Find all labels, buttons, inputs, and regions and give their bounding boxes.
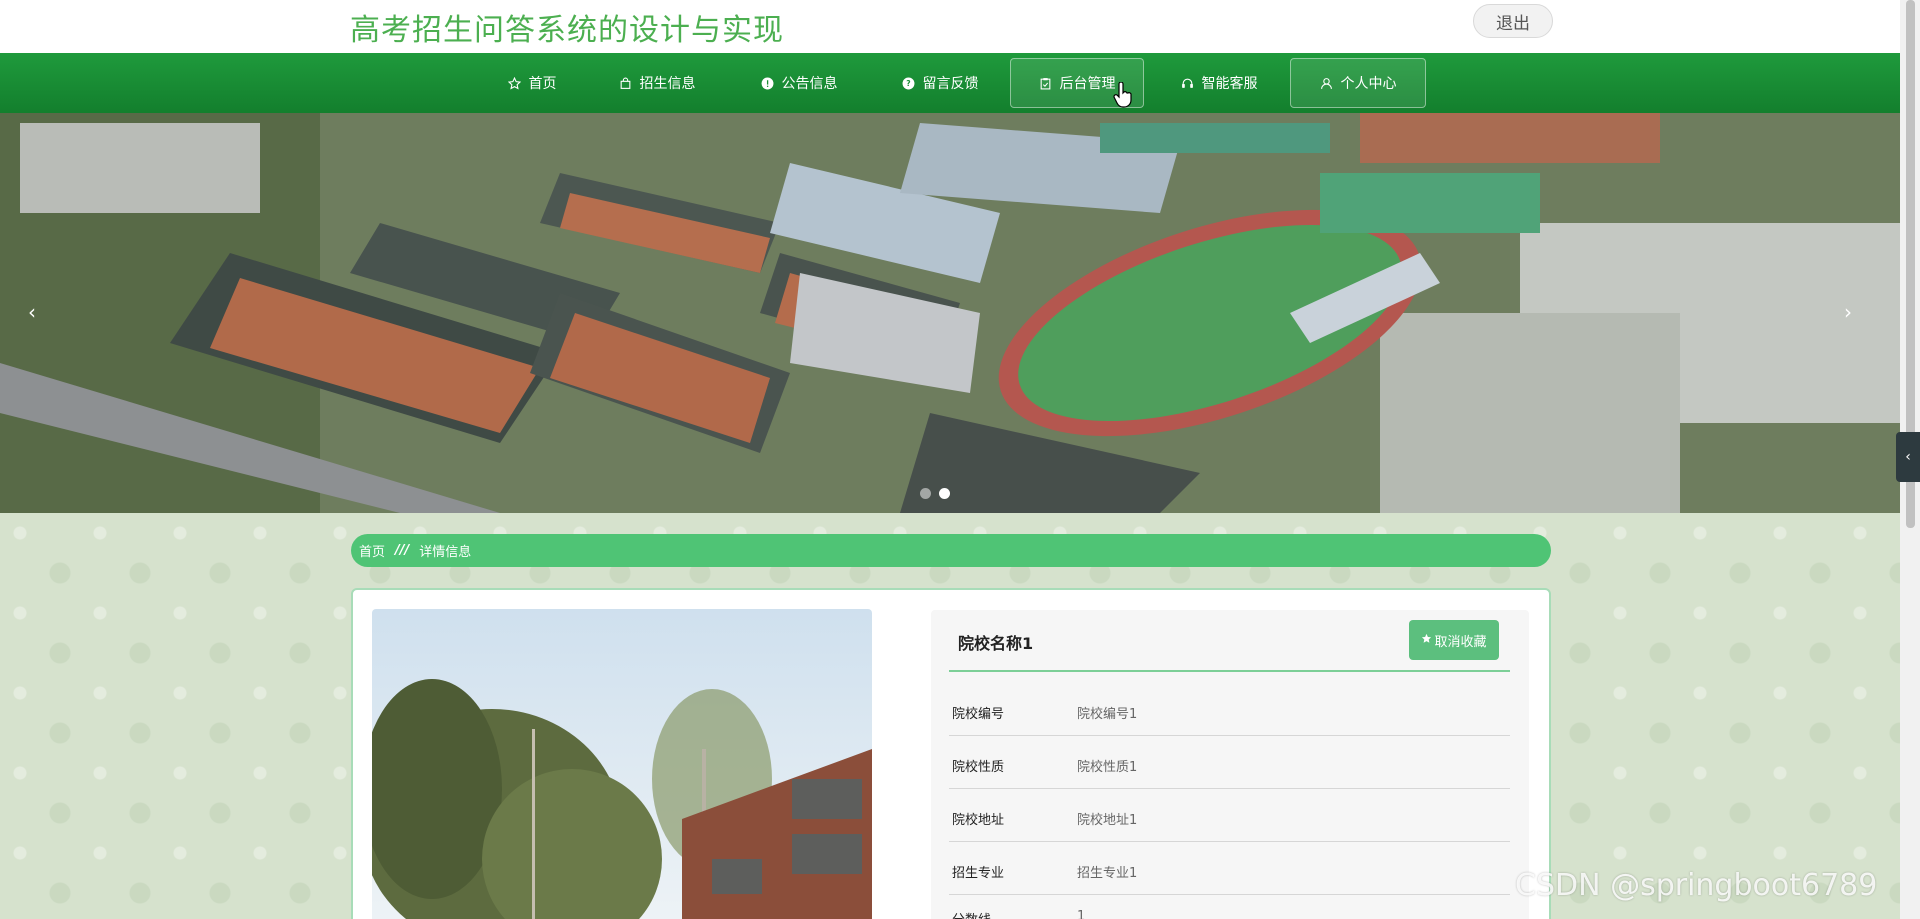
row-label: 分数线	[952, 909, 991, 919]
detail-row: 院校地址 院校地址1	[949, 789, 1510, 842]
nav-item-home[interactable]: 首页	[496, 58, 568, 108]
row-value: 招生专业1	[1077, 866, 1138, 881]
star-icon	[1421, 633, 1432, 648]
main-nav: 首页 招生信息 公告信息 ? 留言反馈 后台管理 智能客服 个人中心	[0, 53, 1900, 113]
campus-banner[interactable]	[0, 113, 1900, 513]
school-name: 院校名称1	[958, 634, 1034, 653]
shopping-bag-icon	[619, 76, 633, 90]
side-panel-toggle[interactable]: ‹	[1896, 432, 1920, 482]
nav-label: 智能客服	[1201, 76, 1258, 92]
exclamation-circle-icon	[761, 76, 775, 90]
nav-item-customer-service[interactable]: 智能客服	[1172, 58, 1266, 108]
nav-label: 留言反馈	[922, 76, 979, 92]
row-value: 院校性质1	[1077, 760, 1138, 775]
nav-label: 首页	[528, 76, 557, 92]
campus-aerial-image	[0, 113, 1900, 513]
nav-label: 后台管理	[1059, 76, 1116, 92]
star-icon	[508, 76, 522, 90]
breadcrumb-current: 详情信息	[419, 545, 472, 560]
user-icon	[1320, 76, 1334, 90]
headset-icon	[1181, 76, 1195, 90]
breadcrumb-separator: ///	[395, 543, 410, 558]
title-divider	[949, 670, 1510, 672]
row-label: 院校性质	[952, 760, 1005, 775]
row-label: 院校地址	[952, 813, 1005, 828]
banner-next-arrow[interactable]: ›	[1838, 300, 1858, 324]
breadcrumb: 首页 /// 详情信息	[351, 534, 1551, 567]
nav-item-announcements[interactable]: 公告信息	[752, 58, 846, 108]
school-photo	[372, 609, 872, 919]
hand-cursor-icon	[1113, 82, 1132, 108]
svg-text:?: ?	[906, 79, 910, 88]
detail-row: 院校性质 院校性质1	[949, 736, 1510, 789]
nav-item-admissions[interactable]: 招生信息	[610, 58, 704, 108]
banner-prev-arrow[interactable]: ‹	[22, 300, 42, 324]
nav-item-feedback[interactable]: ? 留言反馈	[893, 58, 987, 108]
logout-button[interactable]: 退出	[1473, 4, 1553, 38]
detail-row: 院校编号 院校编号1	[949, 683, 1510, 736]
banner-pagination	[920, 488, 950, 499]
banner-dot-active[interactable]	[939, 488, 950, 499]
unfavorite-label: 取消收藏	[1434, 634, 1487, 650]
watermark: CSDN @springboot6789	[1515, 868, 1878, 903]
row-label: 招生专业	[952, 866, 1005, 881]
nav-item-profile[interactable]: 个人中心	[1290, 58, 1426, 108]
detail-row: 分数线 1	[949, 895, 1510, 919]
site-title: 高考招生问答系统的设计与实现	[350, 13, 784, 48]
nav-label: 招生信息	[639, 76, 696, 92]
row-label: 院校编号	[952, 707, 1005, 722]
nav-label: 个人中心	[1340, 76, 1397, 92]
banner-dot[interactable]	[920, 488, 931, 499]
nav-label: 公告信息	[781, 76, 838, 92]
breadcrumb-home[interactable]: 首页	[359, 541, 385, 560]
detail-row: 招生专业 招生专业1	[949, 842, 1510, 895]
unfavorite-button[interactable]: 取消收藏	[1409, 620, 1499, 660]
top-header: 高考招生问答系统的设计与实现 退出	[0, 0, 1900, 53]
question-circle-icon: ?	[902, 76, 916, 90]
clipboard-icon	[1039, 76, 1053, 90]
row-value: 1	[1077, 909, 1086, 919]
row-value: 院校编号1	[1077, 707, 1138, 722]
row-value: 院校地址1	[1077, 813, 1138, 828]
